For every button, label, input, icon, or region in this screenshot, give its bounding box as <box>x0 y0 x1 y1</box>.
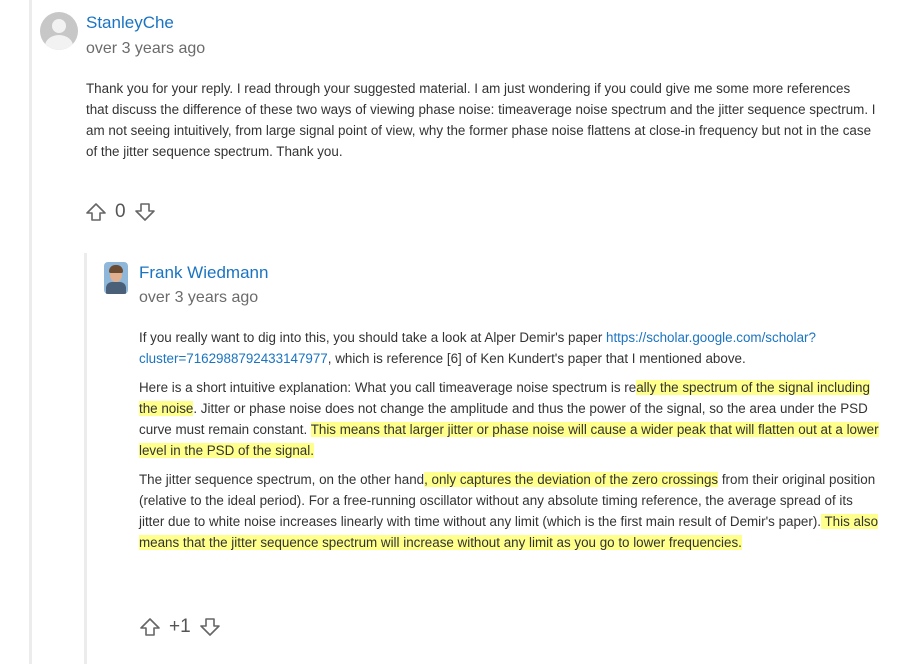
comment-body: Thank you for your reply. I read through… <box>86 78 876 162</box>
downvote-button[interactable] <box>199 616 221 638</box>
arrow-down-outline-icon <box>134 203 155 221</box>
comment-timestamp: over 3 years ago <box>139 289 259 306</box>
upvote-button[interactable] <box>85 201 107 223</box>
reply-indent-line <box>84 253 87 664</box>
arrow-up-outline-icon <box>86 203 106 221</box>
comment-text: Thank you for your reply. I read through… <box>86 81 876 159</box>
comment-paragraph: Here is a short intuitive explanation: W… <box>139 380 879 458</box>
comment-author-link[interactable]: Frank Wiedmann <box>139 263 268 283</box>
arrow-down-outline-icon <box>199 618 220 636</box>
comment-timestamp: over 3 years ago <box>86 40 206 57</box>
highlighted-text: , only captures the deviation of the zer… <box>424 472 719 487</box>
user-avatar[interactable] <box>40 12 78 50</box>
user-avatar[interactable] <box>104 262 128 294</box>
comment-paragraph: If you really want to dig into this, you… <box>139 330 816 366</box>
thread-indent-line <box>29 0 32 664</box>
comment-author-link[interactable]: StanleyChe <box>86 13 174 33</box>
vote-count: +1 <box>169 616 191 637</box>
comment-paragraph: The jitter sequence spectrum, on the oth… <box>139 472 879 550</box>
comment-body: If you really want to dig into this, you… <box>139 327 879 561</box>
arrow-up-outline-icon <box>140 618 160 636</box>
vote-controls: +1 <box>139 616 221 638</box>
upvote-button[interactable] <box>139 616 161 638</box>
downvote-button[interactable] <box>134 201 156 223</box>
vote-count: 0 <box>115 201 126 222</box>
vote-controls: 0 <box>85 201 156 223</box>
